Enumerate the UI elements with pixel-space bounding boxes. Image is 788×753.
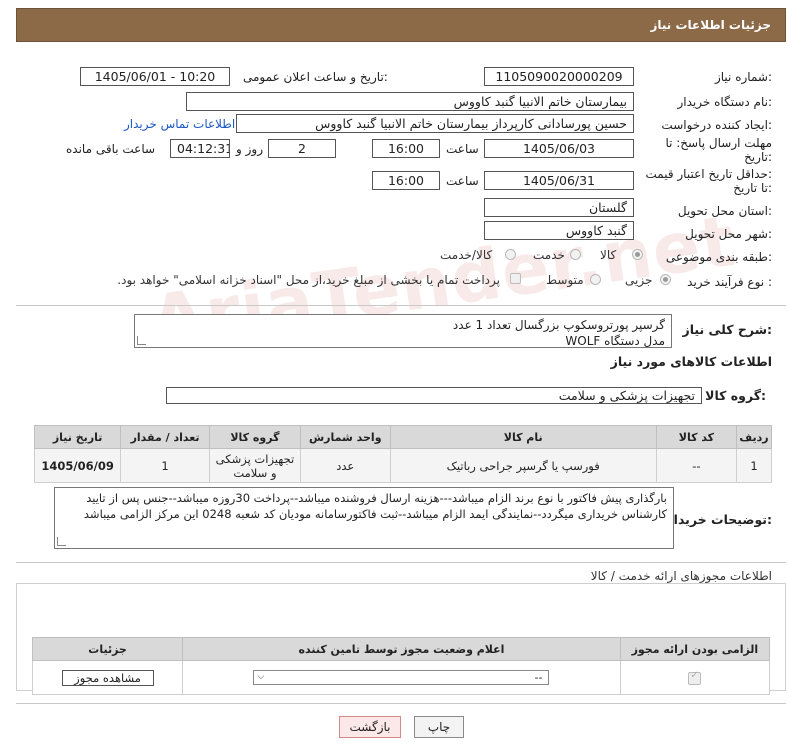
category-radio-goods[interactable] [632, 249, 643, 260]
permit-status-value: -- [534, 671, 543, 684]
city-field: گنبد کاووس [484, 221, 634, 240]
category-radio-both[interactable] [505, 249, 516, 260]
cell-name: فورسپ یا گرسپر جراحی رباتیک [389, 448, 657, 483]
buyer-notes-label: توضیحات خریدار: [666, 512, 772, 527]
deadline-days-label: روز و [236, 142, 263, 156]
category-option-goods: کالا [600, 248, 617, 262]
col-need-date: تاریخ نیاز [33, 425, 122, 449]
cell-row: 1 [736, 448, 772, 483]
view-permit-button[interactable]: مشاهده مجوز [61, 669, 154, 686]
table-row: 1 -- فورسپ یا گرسپر جراحی رباتیک عدد تجه… [33, 448, 772, 483]
price-validity-time-field: 16:00 [372, 171, 440, 190]
col-unit: واحد شمارش [299, 425, 391, 449]
announce-date-label: تاریخ و ساعت اعلان عمومی: [243, 70, 388, 84]
remaining-time-label: ساعت باقی مانده [66, 142, 156, 156]
price-validity-label-line1: حداقل تاریخ اعتبار قیمت: [645, 167, 772, 181]
purchase-type-radio-medium[interactable] [590, 274, 601, 285]
resize-handle-icon[interactable] [57, 537, 66, 546]
deadline-date-field: 1405/06/03 [484, 139, 634, 158]
items-table: ردیف کد کالا نام کالا واحد شمارش گروه کا… [33, 425, 772, 483]
buyer-notes-line-2: کارشناس خریداری میگردد--نمایندگی ایمد ال… [83, 507, 667, 521]
col-group: گروه کالا [208, 425, 301, 449]
col-permit-required: الزامی بودن ارائه مجوز [619, 637, 771, 661]
requester-label: ایجاد کننده درخواست: [661, 118, 772, 132]
divider [16, 703, 786, 704]
permit-required-checkbox[interactable]: ✓ [688, 669, 702, 685]
cell-quantity: 1 [120, 448, 210, 483]
cell-permit-required: ✓ [619, 660, 771, 695]
chevron-down-icon: ⌵ [257, 672, 265, 682]
buyer-org-field: بیمارستان خاتم الانبیا گنبد کاووس [186, 92, 634, 111]
requester-field: حسین پورسادانی کارپرداز بیمارستان خاتم ا… [236, 114, 634, 133]
purchase-type-option-minor: جزیی [625, 273, 653, 287]
table-row: ✓ -- ⌵ مشاهده مجوز [31, 660, 771, 695]
col-quantity: تعداد / مقدار [120, 425, 210, 449]
remaining-time-field: 04:12:31 [170, 139, 230, 158]
treasury-payment-checkbox[interactable] [510, 273, 521, 284]
goods-group-field: تجهیزات پزشکی و سلامت [166, 387, 702, 404]
announce-date-field: 1405/06/01 - 10:20 [80, 67, 230, 86]
items-table-header: ردیف کد کالا نام کالا واحد شمارش گروه کا… [33, 425, 772, 449]
deadline-label-line2: تاریخ: [744, 150, 772, 164]
resize-handle-icon[interactable] [137, 336, 146, 345]
cell-need-date: 1405/06/09 [33, 448, 122, 483]
deadline-days-field: 2 [268, 139, 336, 158]
deadline-time-field: 16:00 [372, 139, 440, 158]
city-label: شهر محل تحویل: [685, 227, 772, 241]
buyer-notes-line-1: بارگذاری پیش فاکتور با نوع برند الزام می… [86, 491, 667, 505]
check-icon: ✓ [690, 669, 699, 681]
description-line-2: مدل دستگاه WOLF [565, 334, 665, 348]
goods-section-title: اطلاعات کالاهای مورد نیاز [610, 354, 772, 369]
permits-title: اطلاعات مجوزهای ارائه خدمت / کالا [590, 569, 772, 583]
deadline-time-label: ساعت [446, 142, 479, 156]
cell-unit: عدد [299, 448, 391, 483]
cell-permit-details: مشاهده مجوز [31, 660, 184, 695]
cell-group: تجهیزات پزشکی و سلامت [208, 448, 301, 483]
page-header: جزئیات اطلاعات نیاز [16, 8, 786, 42]
category-radio-service[interactable] [570, 249, 581, 260]
province-label: استان محل تحویل: [677, 204, 772, 218]
col-code: کد کالا [655, 425, 738, 449]
buyer-org-label: نام دستگاه خریدار: [677, 95, 773, 109]
purchase-type-label: نوع فرآیند خرید : [687, 275, 772, 289]
goods-group-label: گروه کالا: [705, 388, 766, 403]
buyer-contact-link[interactable]: اطلاعات تماس خریدار [124, 117, 235, 131]
permits-table: الزامی بودن ارائه مجوز اعلام وضعیت مجوز … [31, 637, 771, 695]
print-button[interactable]: چاپ [414, 716, 464, 738]
description-textarea[interactable]: گرسپر پورتروسکوپ بزرگسال تعداد 1 عدد مدل… [134, 314, 672, 348]
purchase-type-radio-minor[interactable] [660, 274, 671, 285]
deadline-label-line1: مهلت ارسال پاسخ: تا [665, 136, 772, 150]
need-number-field: 1105090020000209 [484, 67, 634, 86]
treasury-payment-note: پرداخت تمام یا بخشی از مبلغ خرید،از محل … [117, 273, 500, 287]
cell-code: -- [655, 448, 738, 483]
province-field: گلستان [484, 198, 634, 217]
col-permit-details: جزئیات [31, 637, 184, 661]
col-permit-status: اعلام وضعیت مجوز توسط تامین کننده [182, 637, 621, 661]
price-validity-time-label: ساعت [446, 174, 479, 188]
col-name: نام کالا [389, 425, 657, 449]
price-validity-label-line2: تا تاریخ: [733, 181, 772, 195]
description-label: شرح کلی نیاز: [682, 322, 773, 337]
divider [16, 305, 786, 306]
permits-table-header: الزامی بودن ارائه مجوز اعلام وضعیت مجوز … [31, 637, 771, 661]
category-option-both: کالا/خدمت [440, 248, 493, 262]
buyer-notes-textarea[interactable]: بارگذاری پیش فاکتور با نوع برند الزام می… [54, 487, 674, 549]
back-button[interactable]: بازگشت [339, 716, 401, 738]
description-line-1: گرسپر پورتروسکوپ بزرگسال تعداد 1 عدد [452, 318, 665, 332]
page-title: جزئیات اطلاعات نیاز [650, 18, 771, 32]
divider [16, 562, 786, 563]
need-number-label: شماره نیاز: [714, 70, 772, 84]
price-validity-date-field: 1405/06/31 [484, 171, 634, 190]
cell-permit-status: -- ⌵ [182, 660, 621, 695]
category-option-service: خدمت [533, 248, 565, 262]
purchase-type-option-medium: متوسط [546, 273, 584, 287]
category-label: طبقه بندی موضوعی: [665, 250, 772, 264]
permit-status-select[interactable]: -- ⌵ [253, 670, 550, 685]
col-row: ردیف [736, 425, 772, 449]
